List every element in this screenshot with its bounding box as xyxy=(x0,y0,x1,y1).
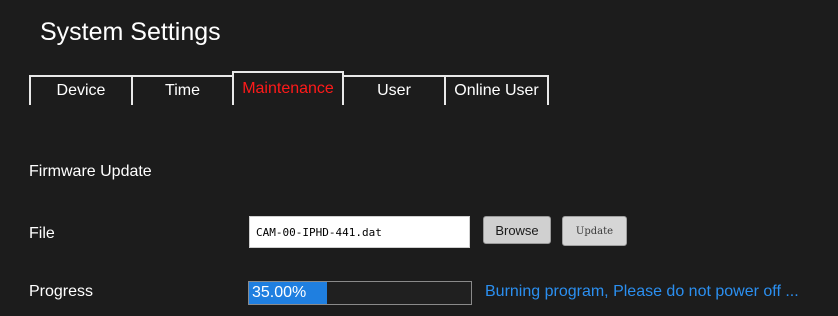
progress-percent-text: 35.00% xyxy=(252,284,307,301)
browse-button[interactable]: Browse xyxy=(483,216,551,244)
tab-user-label: User xyxy=(377,82,411,99)
settings-tab-bar: Device Time Maintenance User Online User xyxy=(29,71,549,105)
firmware-update-heading: Firmware Update xyxy=(29,163,152,180)
tab-user[interactable]: User xyxy=(342,75,446,105)
progress-bar: 35.00% xyxy=(248,281,472,305)
tab-time-label: Time xyxy=(165,82,200,99)
firmware-file-input[interactable] xyxy=(249,216,470,248)
progress-status-message: Burning program, Please do not power off… xyxy=(485,283,799,300)
progress-label: Progress xyxy=(29,283,94,300)
tab-device[interactable]: Device xyxy=(29,75,133,105)
update-button[interactable]: Update xyxy=(562,216,627,246)
page-title: System Settings xyxy=(40,18,221,46)
tab-online-user[interactable]: Online User xyxy=(444,75,549,105)
file-label: File xyxy=(29,225,55,242)
tab-device-label: Device xyxy=(56,82,106,99)
tab-maintenance[interactable]: Maintenance xyxy=(232,71,344,105)
tab-online-user-label: Online User xyxy=(454,82,539,99)
tab-maintenance-label: Maintenance xyxy=(242,80,334,97)
tab-time[interactable]: Time xyxy=(131,75,234,105)
